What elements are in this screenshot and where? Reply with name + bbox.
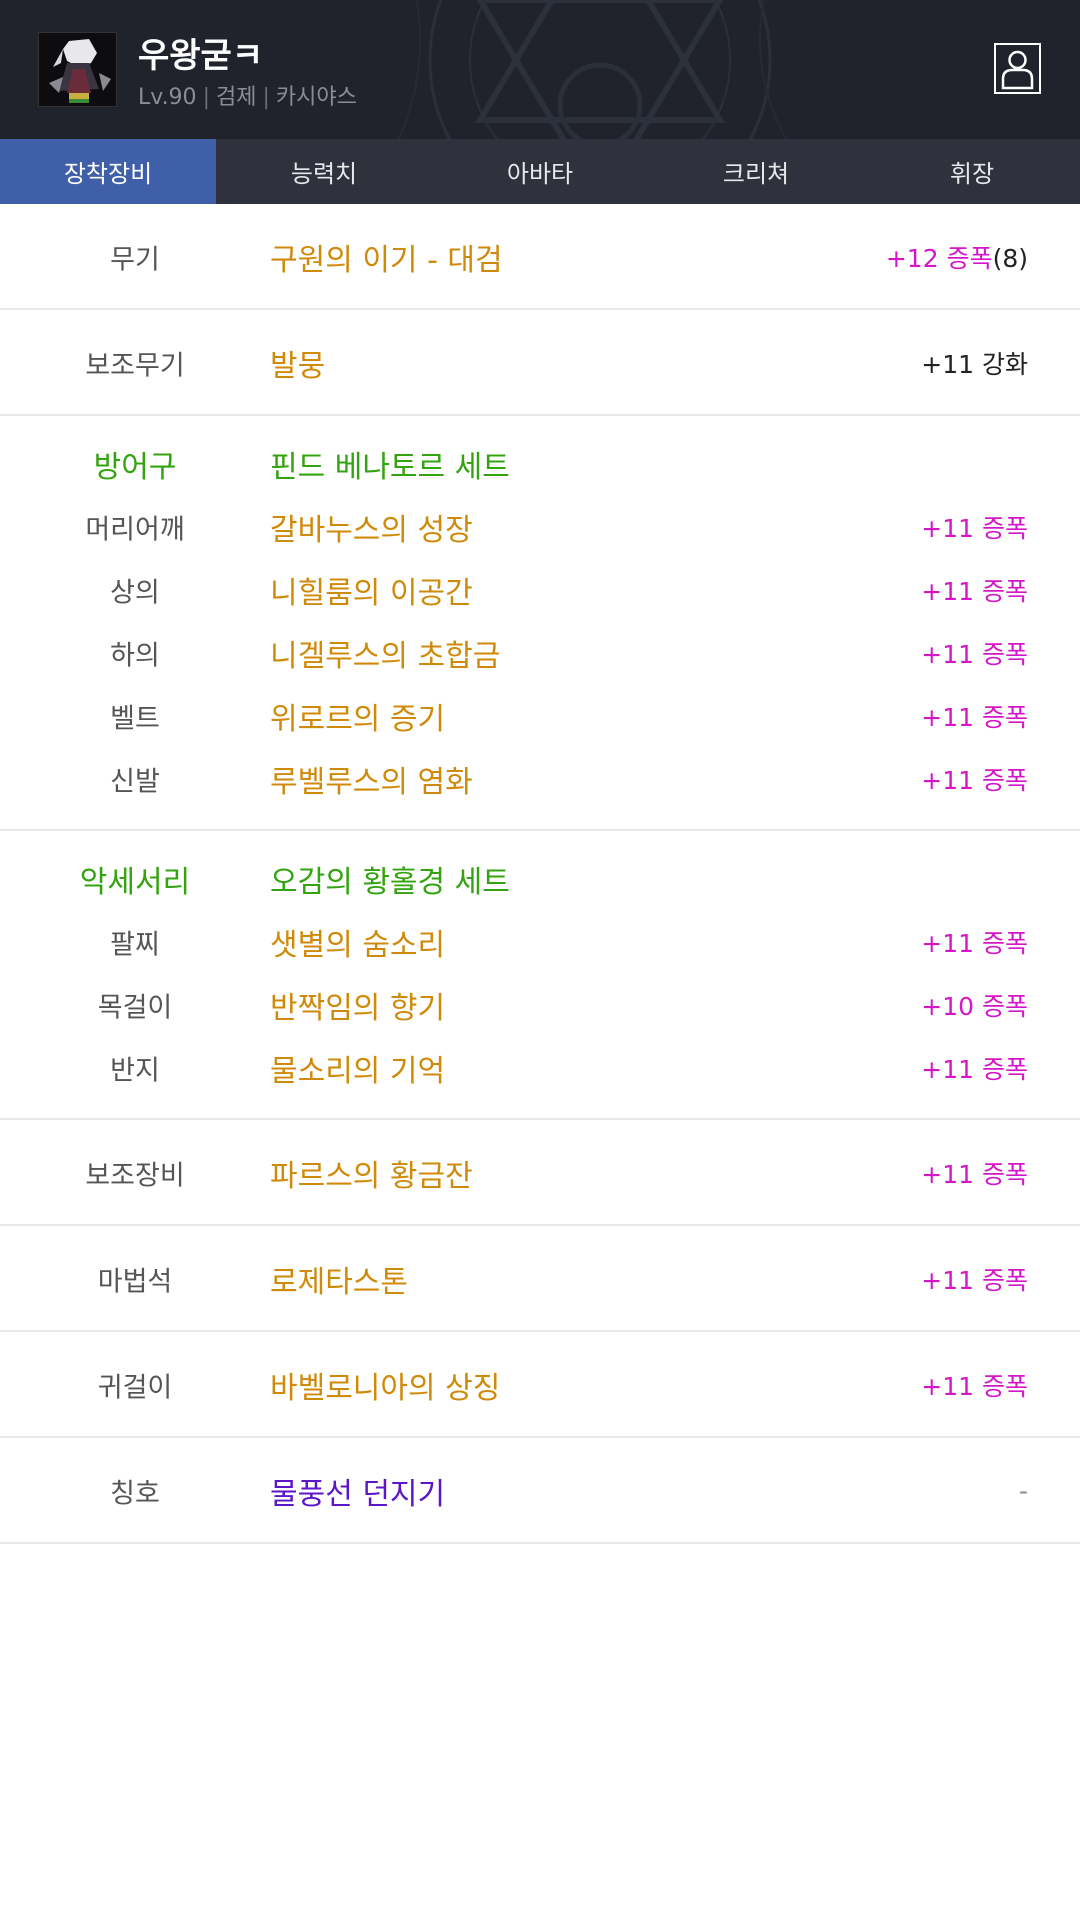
item-name: 발뭉 (270, 349, 326, 384)
separator: | (262, 85, 270, 110)
weapon-section: 무기 구원의 이기 - 대검 +12 증폭(8) (0, 204, 1080, 310)
armor-section: 방어구 핀드 베나토르 세트 머리어깨 갈바누스의 성장 +11 증폭 상의 니… (0, 416, 1080, 831)
equipment-row[interactable]: 하의 니겔루스의 초합금 +11 증폭 (0, 621, 1080, 684)
separator: | (202, 85, 210, 110)
upgrade-level: +11 증폭 (921, 1372, 1028, 1401)
title-section: 칭호 물풍선 던지기 - (0, 1438, 1080, 1544)
equipment-row[interactable]: 귀걸이 바벨로니아의 상징 +11 증폭 (0, 1332, 1080, 1438)
person-icon (1001, 50, 1034, 90)
item-name: 물풍선 던지기 (270, 1477, 446, 1512)
upgrade-level: +11 증폭 (921, 1054, 1028, 1084)
item-name: 반짝임의 향기 (270, 990, 446, 1026)
tab-bar: 장착장비 능력치 아바타 크리쳐 휘장 (0, 139, 1080, 204)
item-name: 바벨로니아의 상징 (270, 1371, 501, 1406)
item-name: 갈바누스의 성장 (270, 512, 473, 548)
magicstone-section: 마법석 로제타스톤 +11 증폭 (0, 1226, 1080, 1332)
item-name: 위로르의 증기 (270, 701, 446, 737)
tab-stats[interactable]: 능력치 (216, 139, 432, 204)
upgrade-level: +11 증폭 (921, 702, 1028, 732)
equipment-row[interactable]: 팔찌 샛별의 숨소리 +11 증폭 (0, 910, 1080, 973)
tab-avatar[interactable]: 아바타 (432, 139, 648, 204)
character-job: 검제 (215, 85, 257, 110)
slot-label: 보조장비 (85, 1160, 185, 1192)
slot-label: 하의 (110, 640, 160, 671)
slot-label: 마법석 (97, 1266, 173, 1298)
equipment-row[interactable]: 마법석 로제타스톤 +11 증폭 (0, 1226, 1080, 1332)
upgrade-level: +11 증폭 (921, 513, 1028, 543)
item-name: 루벨루스의 염화 (270, 764, 473, 800)
upgrade-level: +10 증폭 (921, 991, 1028, 1021)
slot-label: 칭호 (110, 1478, 160, 1510)
character-avatar (38, 32, 117, 107)
earring-section: 귀걸이 바벨로니아의 상징 +11 증폭 (0, 1332, 1080, 1438)
tab-equipment[interactable]: 장착장비 (0, 139, 216, 204)
upgrade-level: +11 강화 (921, 350, 1028, 379)
character-level: Lv.90 (138, 85, 197, 110)
group-label: 방어구 (93, 449, 177, 485)
tab-creature[interactable]: 크리쳐 (648, 139, 864, 204)
set-name: 오감의 황홀경 세트 (270, 864, 510, 900)
slot-label: 귀걸이 (97, 1372, 173, 1404)
upgrade-value: +12 증폭 (885, 244, 993, 273)
equipment-row[interactable]: 목걸이 반짝임의 향기 +10 증폭 (0, 973, 1080, 1036)
slot-label: 벨트 (110, 703, 160, 734)
character-header: 우왕굳ㅋ Lv.90 | 검제 | 카시야스 (0, 0, 1080, 139)
equipment-row[interactable]: 보조장비 파르스의 황금잔 +11 증폭 (0, 1120, 1080, 1226)
equipment-row[interactable]: 신발 루벨루스의 염화 +11 증폭 (0, 747, 1080, 810)
group-label: 악세서리 (79, 864, 191, 900)
slot-label: 신발 (110, 766, 160, 797)
equipment-row[interactable]: 상의 니힐룸의 이공간 +11 증폭 (0, 558, 1080, 621)
set-header-row: 악세서리 오감의 황홀경 세트 (0, 847, 1080, 910)
equipment-row[interactable]: 머리어깨 갈바누스의 성장 +11 증폭 (0, 495, 1080, 558)
character-info: Lv.90 | 검제 | 카시야스 (138, 79, 357, 111)
set-name: 핀드 베나토르 세트 (270, 449, 510, 485)
equipment-list: 무기 구원의 이기 - 대검 +12 증폭(8) 보조무기 발뭉 +11 강화 … (0, 204, 1080, 1544)
profile-button[interactable] (994, 43, 1041, 94)
upgrade-level: +11 증폭 (921, 576, 1028, 606)
upgrade-level: +11 증폭 (921, 639, 1028, 669)
upgrade-level: +12 증폭(8) (886, 239, 1028, 275)
slot-label: 머리어깨 (85, 514, 185, 545)
upgrade-level: +11 증폭 (921, 765, 1028, 795)
item-name: 구원의 이기 - 대검 (270, 243, 503, 278)
character-server: 카시야스 (275, 85, 357, 110)
equipment-row[interactable]: 벨트 위로르의 증기 +11 증폭 (0, 684, 1080, 747)
equipment-row[interactable]: 무기 구원의 이기 - 대검 +12 증폭(8) (0, 204, 1080, 310)
slot-label: 반지 (110, 1055, 160, 1086)
item-name: 물소리의 기억 (270, 1053, 446, 1089)
item-name: 파르스의 황금잔 (270, 1159, 473, 1194)
slot-label: 상의 (110, 577, 160, 608)
slot-label: 보조무기 (85, 350, 185, 382)
equipment-row[interactable]: 반지 물소리의 기억 +11 증폭 (0, 1036, 1080, 1099)
character-name: 우왕굳ㅋ (138, 36, 264, 76)
item-name: 니겔루스의 초합금 (270, 638, 501, 674)
item-name: 니힐룸의 이공간 (270, 575, 473, 611)
tab-emblem[interactable]: 휘장 (864, 139, 1080, 204)
subweapon-section: 보조무기 발뭉 +11 강화 (0, 310, 1080, 416)
upgrade-level: +11 증폭 (921, 1160, 1028, 1189)
slot-label: 목걸이 (97, 992, 173, 1023)
slot-label: 무기 (110, 244, 160, 276)
support-section: 보조장비 파르스의 황금잔 +11 증폭 (0, 1120, 1080, 1226)
upgrade-level: +11 증폭 (921, 928, 1028, 958)
upgrade-extra: (8) (992, 244, 1028, 273)
accessory-section: 악세서리 오감의 황홀경 세트 팔찌 샛별의 숨소리 +11 증폭 목걸이 반짝… (0, 831, 1080, 1120)
item-name: 샛별의 숨소리 (270, 927, 446, 963)
equipment-row[interactable]: 칭호 물풍선 던지기 - (0, 1438, 1080, 1544)
upgrade-level: - (1018, 1476, 1028, 1506)
slot-label: 팔찌 (110, 929, 160, 960)
set-header-row: 방어구 핀드 베나토르 세트 (0, 432, 1080, 495)
item-name: 로제타스톤 (270, 1265, 408, 1300)
equipment-row[interactable]: 보조무기 발뭉 +11 강화 (0, 310, 1080, 416)
upgrade-level: +11 증폭 (921, 1266, 1028, 1295)
